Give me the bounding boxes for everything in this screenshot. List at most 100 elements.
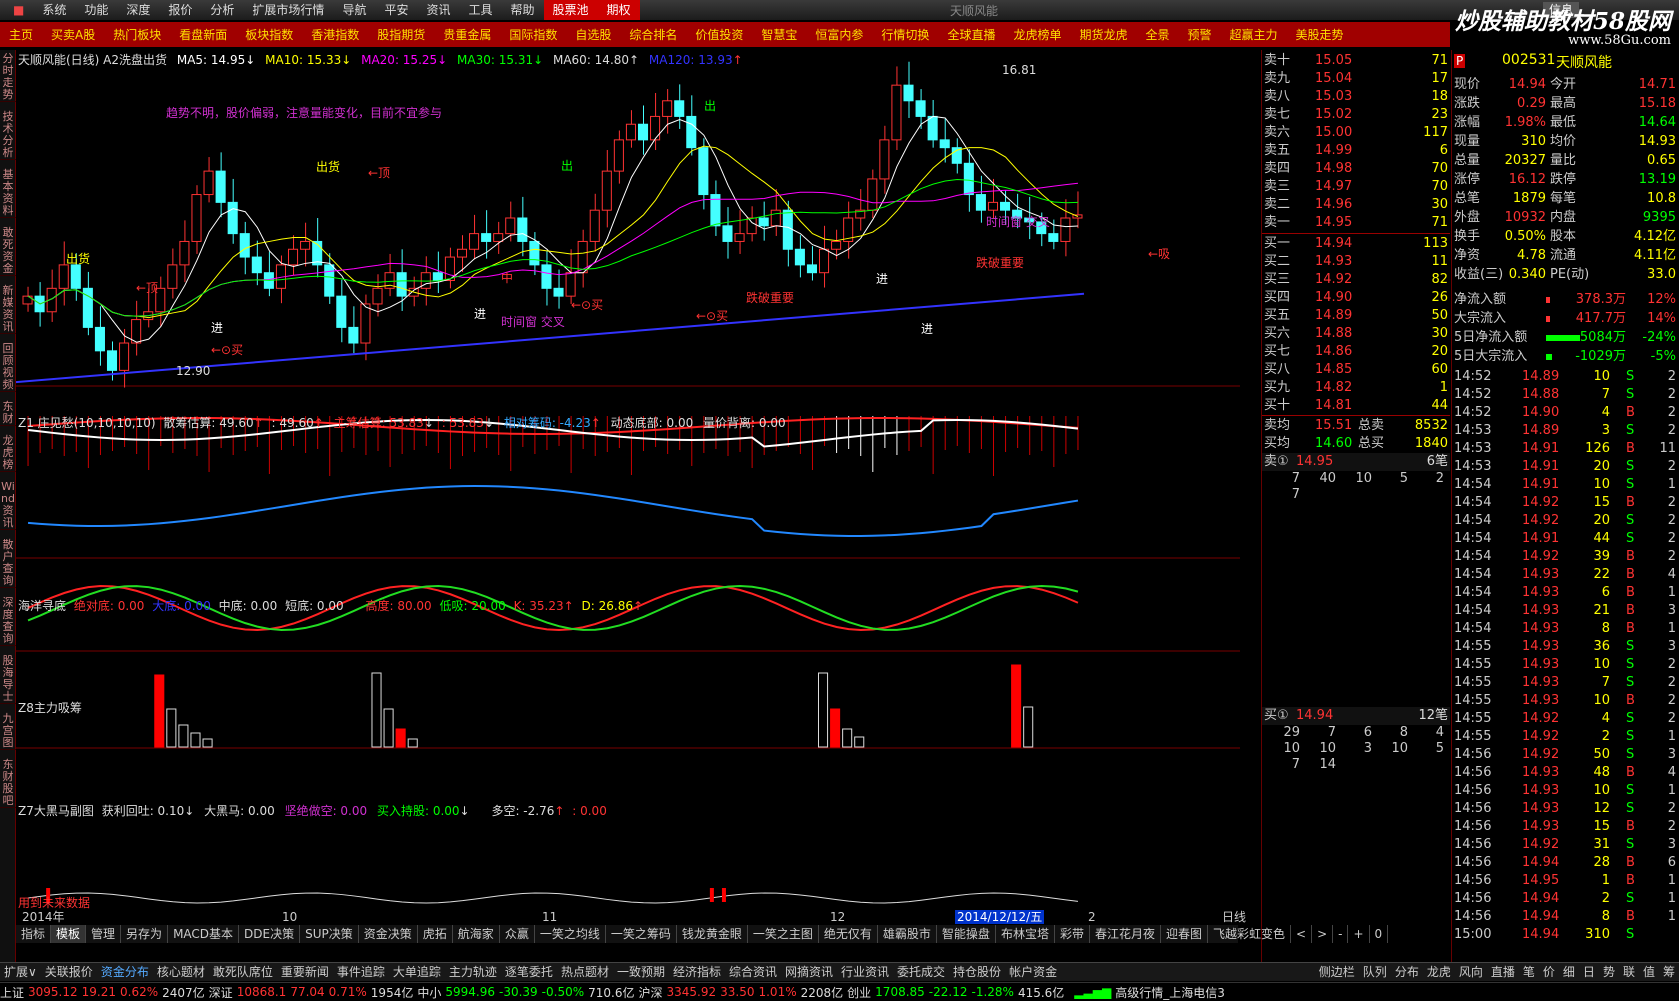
bottom-tab[interactable]: 敢死队席位 (209, 963, 277, 982)
side-tab[interactable]: 筹 (1659, 963, 1679, 982)
menu-item[interactable]: 报价 (159, 0, 201, 20)
nav-item[interactable]: 国际指数 (500, 26, 566, 43)
nav-item[interactable]: 综合排名 (620, 26, 686, 43)
nav-item[interactable]: 龙虎榜单 (1004, 26, 1070, 43)
chart-area[interactable]: 16.5016.0015.5015.0014.5014.0013.5013.00… (16, 50, 1240, 925)
menu-item[interactable]: 导航 (333, 0, 375, 20)
side-tab[interactable]: 联 (1619, 963, 1639, 982)
nav-item[interactable]: 美股走势 (1287, 26, 1353, 43)
menu-system[interactable]: ■ (4, 0, 33, 20)
bottom-tab[interactable]: 经济指标 (669, 963, 725, 982)
sidebar-item[interactable]: 九宫图 (0, 710, 16, 750)
bottom-tab[interactable]: 网摘资讯 (781, 963, 837, 982)
bottom-tab[interactable]: 热点题材 (557, 963, 613, 982)
nav-item[interactable]: 买卖A股 (42, 26, 104, 43)
indicator-tab[interactable]: 一笑之筹码 (606, 925, 677, 943)
menu-item[interactable]: 资讯 (417, 0, 459, 20)
side-tab[interactable]: 队列 (1359, 963, 1391, 982)
nav-item[interactable]: 价值投资 (686, 26, 752, 43)
nav-item[interactable]: 全景 (1136, 26, 1178, 43)
sidebar-item[interactable]: 技术分析 (0, 108, 16, 160)
indicator-tab[interactable]: 管理 (86, 925, 122, 943)
indicator-tab[interactable]: 指标 (16, 925, 52, 943)
nav-item[interactable]: 看盘新面 (170, 26, 236, 43)
menu-item[interactable]: 工具 (459, 0, 501, 20)
sidebar-item[interactable]: 基本资料 (0, 166, 16, 218)
ask-row[interactable]: 卖五 14.99 6 (1262, 142, 1450, 160)
indicator-tab[interactable]: 雄霸股市 (878, 925, 937, 943)
indicator-tab[interactable]: 迎春图 (1161, 925, 1208, 943)
queue-header[interactable]: 卖① 14.95 6笔 (1262, 453, 1450, 471)
bottom-tab[interactable]: 资金分布 (97, 963, 153, 982)
bid-row[interactable]: 买七 14.86 20 (1262, 343, 1450, 361)
sidebar-item[interactable]: 股海导士 (0, 652, 16, 704)
menu-options[interactable]: 期权 (597, 0, 640, 20)
indicator-tab[interactable]: 春江花月夜 (1090, 925, 1161, 943)
bid-row[interactable]: 买六 14.88 30 (1262, 325, 1450, 343)
sidebar-item[interactable]: 新媒资讯 (0, 282, 16, 334)
nav-item[interactable]: 期货龙虎 (1070, 26, 1136, 43)
side-tab[interactable]: 日 (1579, 963, 1599, 982)
menu-item[interactable]: 分析 (201, 0, 243, 20)
bid-row[interactable]: 买八 14.85 60 (1262, 361, 1450, 379)
indicator-tab[interactable]: MACD基本 (168, 925, 240, 943)
scroll-control[interactable]: > (1312, 925, 1334, 943)
bottom-tab[interactable]: 综合资讯 (725, 963, 781, 982)
nav-item[interactable]: 超赢主力 (1221, 26, 1287, 43)
ask-row[interactable]: 卖三 14.97 70 (1262, 178, 1450, 196)
ask-row[interactable]: 卖十 15.05 71 (1262, 52, 1450, 70)
bid-row[interactable]: 买九 14.82 1 (1262, 379, 1450, 397)
menu-item[interactable]: 深度 (117, 0, 159, 20)
sidebar-item[interactable]: 深度查询 (0, 594, 16, 646)
sidebar-item[interactable]: 散户查询 (0, 536, 16, 588)
indicator-tab[interactable]: 资金决策 (359, 925, 418, 943)
nav-item[interactable]: 行情切换 (872, 26, 938, 43)
indicator-tab[interactable]: 众赢 (500, 925, 535, 943)
side-tab[interactable]: 值 (1639, 963, 1659, 982)
indicator-tab[interactable]: 飞越彩虹变色 (1208, 925, 1292, 943)
nav-item[interactable]: 热门板块 (104, 26, 170, 43)
bottom-tab[interactable]: 逐笔委托 (501, 963, 557, 982)
side-tab[interactable]: 直播 (1487, 963, 1519, 982)
scroll-control[interactable]: 0 (1370, 925, 1389, 943)
menu-item[interactable]: 功能 (75, 0, 117, 20)
bottom-tab[interactable]: 行业资讯 (837, 963, 893, 982)
sidebar-item[interactable]: 东财股吧 (0, 756, 16, 808)
bid-row[interactable]: 买三 14.92 82 (1262, 271, 1450, 289)
bottom-tab[interactable]: 持仓股份 (949, 963, 1005, 982)
bid-row[interactable]: 买四 14.90 26 (1262, 289, 1450, 307)
bottom-tab[interactable]: 大单追踪 (389, 963, 445, 982)
ask-row[interactable]: 卖一 14.95 71 (1262, 214, 1450, 232)
indicator-tab[interactable]: SUP决策 (300, 925, 359, 943)
menu-item[interactable]: 系统 (33, 0, 75, 20)
bid-row[interactable]: 买一 14.94 113 (1262, 235, 1450, 253)
menu-stock-pool[interactable]: 股票池 (543, 0, 598, 20)
bottom-tab[interactable]: 扩展∨ (0, 963, 41, 982)
indicator-tab[interactable]: 一笑之主图 (748, 925, 819, 943)
nav-item[interactable]: 预警 (1179, 26, 1221, 43)
sidebar-item[interactable]: 龙虎榜 (0, 432, 16, 472)
side-tab[interactable]: 笔 (1519, 963, 1539, 982)
bottom-tab[interactable]: 重要新闻 (277, 963, 333, 982)
bid-row[interactable]: 买二 14.93 11 (1262, 253, 1450, 271)
scroll-control[interactable]: + (1348, 925, 1370, 943)
nav-item[interactable]: 贵重金属 (434, 26, 500, 43)
sidebar-item[interactable]: 东财 (0, 398, 16, 426)
ask-row[interactable]: 卖九 15.04 17 (1262, 70, 1450, 88)
indicator-tab[interactable]: 彩带 (1055, 925, 1090, 943)
bottom-tab[interactable]: 关联报价 (41, 963, 97, 982)
side-tab[interactable]: 细 (1559, 963, 1579, 982)
indicator-tab[interactable]: 智能操盘 (937, 925, 996, 943)
indicator-tab[interactable]: 另存为 (121, 925, 169, 943)
nav-item[interactable]: 股指期货 (368, 26, 434, 43)
sidebar-item[interactable]: 回顾视频 (0, 340, 16, 392)
indicator-tab[interactable]: 绝无仅有 (819, 925, 878, 943)
ask-row[interactable]: 卖八 15.03 18 (1262, 88, 1450, 106)
indicator-tab[interactable]: 布林宝塔 (996, 925, 1055, 943)
nav-item[interactable]: 自选股 (566, 26, 620, 43)
scroll-control[interactable]: - (1333, 925, 1349, 943)
menu-item[interactable]: 扩展市场行情 (243, 0, 333, 20)
bid-row[interactable]: 买十 14.81 44 (1262, 397, 1450, 415)
side-tab[interactable]: 分布 (1391, 963, 1423, 982)
period-mode[interactable]: 日线 (1222, 910, 1246, 924)
